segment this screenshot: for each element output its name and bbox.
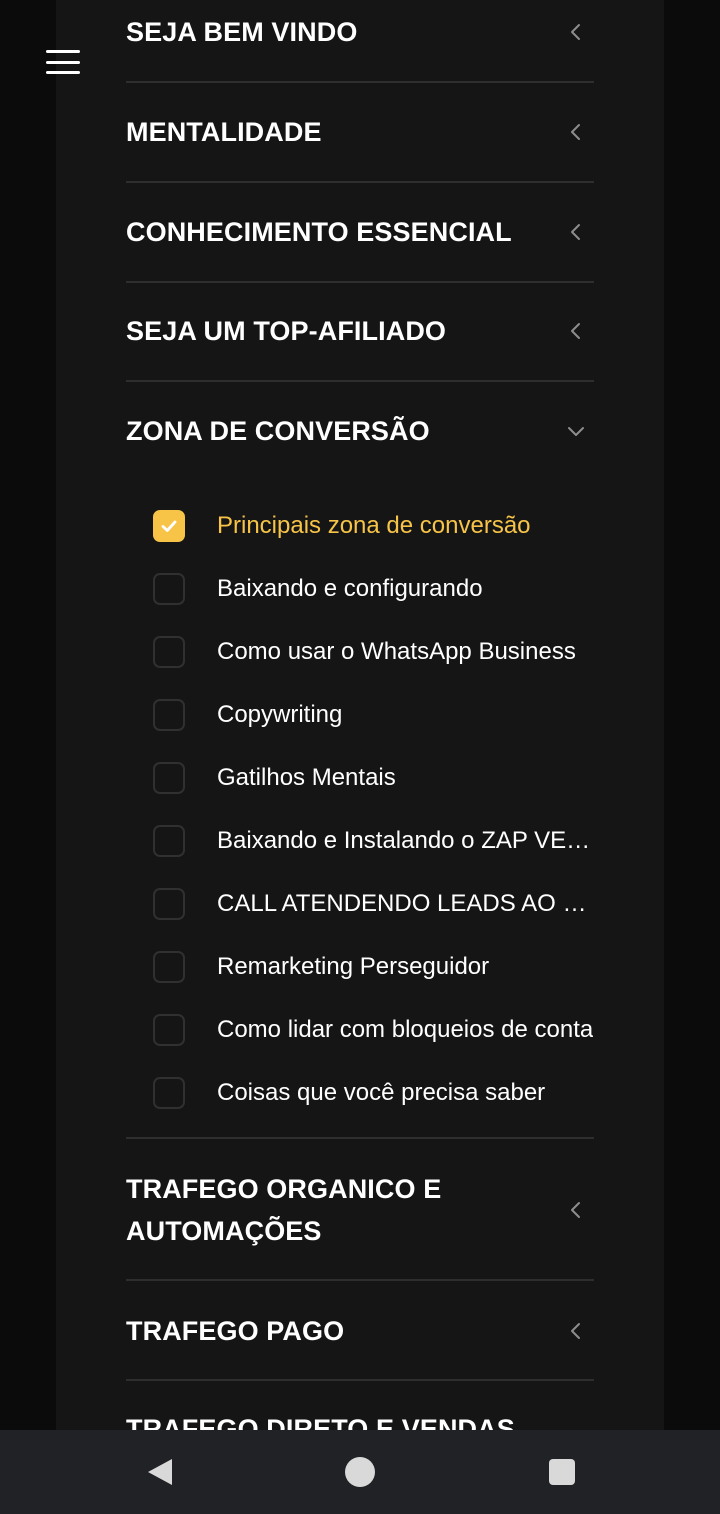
lesson-label: Copywriting — [217, 701, 343, 728]
module-title: MENTALIDADE — [126, 117, 322, 147]
lesson-item[interactable]: Baixando e configurando — [153, 569, 603, 609]
chevron-left-icon — [571, 24, 580, 40]
checkbox[interactable] — [153, 1077, 185, 1109]
divider — [126, 181, 594, 183]
lesson-item[interactable]: Como usar o WhatsApp Business — [153, 632, 603, 672]
module-conhecimento-essencial[interactable]: CONHECIMENTO ESSENCIAL — [126, 211, 594, 253]
lesson-label: Baixando e configurando — [217, 575, 483, 602]
module-title: CONHECIMENTO ESSENCIAL — [126, 217, 512, 247]
checkbox[interactable] — [153, 636, 185, 668]
module-trafego-direto-e-vendas[interactable]: TRAFEGO DIRETO E VENDAS — [126, 1408, 594, 1430]
lesson-item[interactable]: Gatilhos Mentais — [153, 758, 603, 798]
lesson-item[interactable]: Como lidar com bloqueios de conta — [153, 1010, 603, 1050]
chevron-left-icon — [571, 1202, 580, 1218]
lesson-item[interactable]: CALL ATENDENDO LEADS AO VIVO — [153, 884, 603, 924]
module-trafego-pago[interactable]: TRAFEGO PAGO — [126, 1310, 594, 1352]
menu-bar — [46, 50, 80, 53]
module-title: TRAFEGO DIRETO E VENDAS — [126, 1414, 515, 1430]
checkbox[interactable] — [153, 699, 185, 731]
chevron-down-icon — [568, 427, 584, 436]
system-navigation-bar — [0, 1430, 720, 1514]
screen: SEJA BEM VINDO MENTALIDADE CONHECIMENTO … — [0, 0, 720, 1514]
module-zona-de-conversao[interactable]: ZONA DE CONVERSÃO — [126, 410, 594, 452]
lesson-item[interactable]: Principais zona de conversão — [153, 506, 603, 546]
checkbox[interactable] — [153, 825, 185, 857]
lesson-item[interactable]: Baixando e Instalando o ZAP VERDE — [153, 821, 603, 861]
module-title: TRAFEGO ORGANICO E AUTOMAÇÕES — [126, 1168, 441, 1252]
menu-bar — [46, 71, 80, 74]
divider — [126, 281, 594, 283]
module-mentalidade[interactable]: MENTALIDADE — [126, 111, 594, 153]
chevron-left-icon — [571, 1323, 580, 1339]
module-trafego-organico[interactable]: TRAFEGO ORGANICO E AUTOMAÇÕES — [126, 1168, 594, 1252]
module-title-line: AUTOMAÇÕES — [126, 1216, 322, 1246]
module-title: SEJA UM TOP-AFILIADO — [126, 316, 447, 346]
hamburger-menu-icon[interactable] — [46, 50, 80, 74]
module-seja-bem-vindo[interactable]: SEJA BEM VINDO — [126, 11, 594, 53]
module-title: SEJA BEM VINDO — [126, 17, 358, 47]
module-seja-um-top-afiliado[interactable]: SEJA UM TOP-AFILIADO — [126, 310, 594, 352]
lesson-label: Remarketing Perseguidor — [217, 953, 490, 980]
chevron-left-icon — [571, 124, 580, 140]
lesson-label: Gatilhos Mentais — [217, 764, 396, 791]
checkmark-icon — [161, 520, 177, 532]
modules-panel: SEJA BEM VINDO MENTALIDADE CONHECIMENTO … — [56, 0, 664, 1430]
lesson-label: Como usar o WhatsApp Business — [217, 638, 576, 665]
checkbox[interactable] — [153, 762, 185, 794]
lesson-label: Baixando e Instalando o ZAP VERDE — [217, 827, 602, 854]
module-title: ZONA DE CONVERSÃO — [126, 416, 430, 446]
lesson-item[interactable]: Remarketing Perseguidor — [153, 947, 603, 987]
module-title: TRAFEGO PAGO — [126, 1316, 345, 1346]
divider — [126, 1379, 594, 1381]
lesson-label: Principais zona de conversão — [217, 512, 531, 539]
lesson-label: Como lidar com bloqueios de conta — [217, 1016, 594, 1043]
back-triangle-icon[interactable] — [144, 1456, 176, 1488]
lesson-label: CALL ATENDENDO LEADS AO VIVO — [217, 890, 602, 917]
divider — [126, 1279, 594, 1281]
checkbox[interactable] — [153, 888, 185, 920]
divider — [126, 380, 594, 382]
checkbox[interactable] — [153, 573, 185, 605]
divider — [126, 1137, 594, 1139]
chevron-left-icon — [571, 224, 580, 240]
module-title-line: TRAFEGO ORGANICO E — [126, 1174, 442, 1204]
checkbox-checked[interactable] — [153, 510, 185, 542]
checkbox[interactable] — [153, 1014, 185, 1046]
checkbox[interactable] — [153, 951, 185, 983]
home-circle-icon[interactable] — [344, 1456, 376, 1488]
chevron-left-icon — [571, 323, 580, 339]
divider — [126, 81, 594, 83]
recents-square-icon[interactable] — [546, 1456, 578, 1488]
lesson-label: Coisas que você precisa saber — [217, 1079, 546, 1106]
lesson-item[interactable]: Coisas que você precisa saber — [153, 1073, 603, 1113]
menu-bar — [46, 60, 80, 64]
lesson-item[interactable]: Copywriting — [153, 695, 603, 735]
